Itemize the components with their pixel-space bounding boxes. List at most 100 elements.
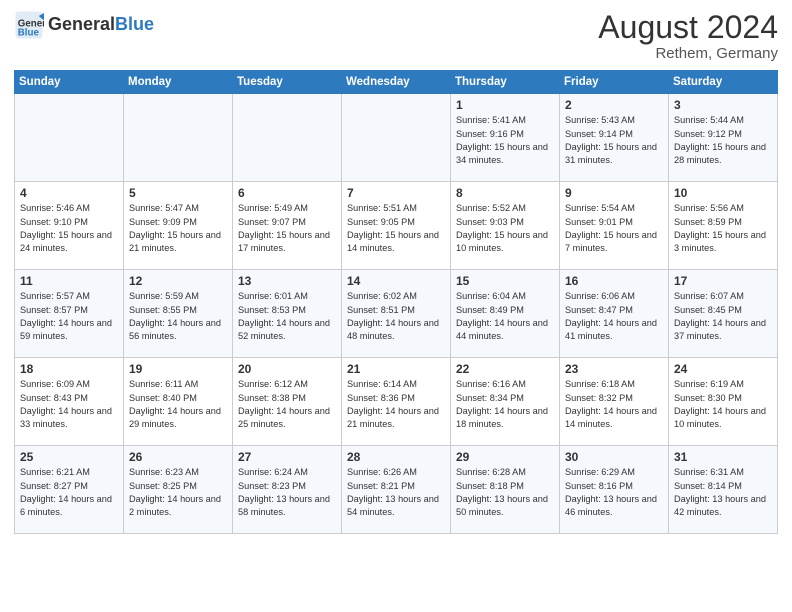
cell-info: Sunrise: 6:31 AMSunset: 8:14 PMDaylight:… xyxy=(674,466,772,519)
cell-info: Sunrise: 6:06 AMSunset: 8:47 PMDaylight:… xyxy=(565,290,663,343)
col-friday: Friday xyxy=(560,71,669,94)
day-number: 18 xyxy=(20,362,118,376)
cell-info: Sunrise: 5:44 AMSunset: 9:12 PMDaylight:… xyxy=(674,114,772,167)
cell-info: Sunrise: 6:24 AMSunset: 8:23 PMDaylight:… xyxy=(238,466,336,519)
main-container: General Blue GeneralBlue August 2024 Ret… xyxy=(0,0,792,542)
cell-info: Sunrise: 6:01 AMSunset: 8:53 PMDaylight:… xyxy=(238,290,336,343)
location: Rethem, Germany xyxy=(598,45,778,62)
calendar-cell: 29Sunrise: 6:28 AMSunset: 8:18 PMDayligh… xyxy=(451,446,560,534)
col-wednesday: Wednesday xyxy=(342,71,451,94)
calendar-cell: 15 Sunrise: 6:04 AMSunset: 8:49 PMDayligh… xyxy=(451,270,560,358)
calendar-cell: 24 Sunrise: 6:19 AMSunset: 8:30 PMDayligh… xyxy=(669,358,778,446)
day-number: 29 xyxy=(456,450,554,464)
cell-info: Sunrise: 5:59 AMSunset: 8:55 PMDaylight:… xyxy=(129,290,227,343)
logo-blue: Blue xyxy=(115,14,154,34)
day-number: 28 xyxy=(347,450,445,464)
title-block: August 2024 Rethem, Germany xyxy=(598,10,778,62)
cell-info: Sunrise: 6:19 AMSunset: 8:30 PMDaylight:… xyxy=(674,378,772,431)
calendar-cell: 21Sunrise: 6:14 AMSunset: 8:36 PMDayligh… xyxy=(342,358,451,446)
cell-info: Sunrise: 6:21 AMSunset: 8:27 PMDaylight:… xyxy=(20,466,118,519)
day-number: 9 xyxy=(565,186,663,200)
logo: General Blue GeneralBlue xyxy=(14,10,154,40)
logo-icon: General Blue xyxy=(14,10,44,40)
cell-info: Sunrise: 5:41 AMSunset: 9:16 PMDaylight:… xyxy=(456,114,554,167)
calendar-cell: 6 Sunrise: 5:49 AMSunset: 9:07 PMDaylight… xyxy=(233,182,342,270)
calendar-cell: 1 Sunrise: 5:41 AMSunset: 9:16 PMDaylight… xyxy=(451,94,560,182)
calendar-cell: 31 Sunrise: 6:31 AMSunset: 8:14 PMDayligh… xyxy=(669,446,778,534)
calendar-cell: 3 Sunrise: 5:44 AMSunset: 9:12 PMDaylight… xyxy=(669,94,778,182)
calendar-cell: 10 Sunrise: 5:56 AMSunset: 8:59 PMDayligh… xyxy=(669,182,778,270)
calendar-cell: 11 Sunrise: 5:57 AMSunset: 8:57 PMDayligh… xyxy=(15,270,124,358)
header-row: Sunday Monday Tuesday Wednesday Thursday… xyxy=(15,71,778,94)
calendar-cell: 7 Sunrise: 5:51 AMSunset: 9:05 PMDaylight… xyxy=(342,182,451,270)
calendar-cell: 12 Sunrise: 5:59 AMSunset: 8:55 PMDayligh… xyxy=(124,270,233,358)
calendar-week-2: 4Sunrise: 5:46 AMSunset: 9:10 PMDaylight… xyxy=(15,182,778,270)
calendar-cell: 19Sunrise: 6:11 AMSunset: 8:40 PMDayligh… xyxy=(124,358,233,446)
day-number: 24 xyxy=(674,362,772,376)
day-number: 6 xyxy=(238,186,336,200)
day-number: 14 xyxy=(347,274,445,288)
day-number: 26 xyxy=(129,450,227,464)
day-number: 13 xyxy=(238,274,336,288)
calendar-week-4: 18 Sunrise: 6:09 AMSunset: 8:43 PMDayligh… xyxy=(15,358,778,446)
calendar-cell: 14 Sunrise: 6:02 AMSunset: 8:51 PMDayligh… xyxy=(342,270,451,358)
day-number: 30 xyxy=(565,450,663,464)
cell-info: Sunrise: 5:52 AMSunset: 9:03 PMDaylight:… xyxy=(456,202,554,255)
day-number: 23 xyxy=(565,362,663,376)
calendar-cell xyxy=(124,94,233,182)
calendar-cell: 28 Sunrise: 6:26 AMSunset: 8:21 PMDayligh… xyxy=(342,446,451,534)
calendar-cell: 16 Sunrise: 6:06 AMSunset: 8:47 PMDayligh… xyxy=(560,270,669,358)
day-number: 27 xyxy=(238,450,336,464)
cell-info: Sunrise: 6:16 AMSunset: 8:34 PMDaylight:… xyxy=(456,378,554,431)
cell-info: Sunrise: 6:26 AMSunset: 8:21 PMDaylight:… xyxy=(347,466,445,519)
col-thursday: Thursday xyxy=(451,71,560,94)
svg-text:Blue: Blue xyxy=(18,28,40,39)
month-year: August 2024 xyxy=(598,10,778,45)
calendar-cell xyxy=(342,94,451,182)
calendar-cell: 17Sunrise: 6:07 AMSunset: 8:45 PMDayligh… xyxy=(669,270,778,358)
cell-info: Sunrise: 6:02 AMSunset: 8:51 PMDaylight:… xyxy=(347,290,445,343)
cell-info: Sunrise: 6:18 AMSunset: 8:32 PMDaylight:… xyxy=(565,378,663,431)
calendar-cell: 22Sunrise: 6:16 AMSunset: 8:34 PMDayligh… xyxy=(451,358,560,446)
day-number: 12 xyxy=(129,274,227,288)
cell-info: Sunrise: 5:43 AMSunset: 9:14 PMDaylight:… xyxy=(565,114,663,167)
col-saturday: Saturday xyxy=(669,71,778,94)
calendar-week-5: 25Sunrise: 6:21 AMSunset: 8:27 PMDayligh… xyxy=(15,446,778,534)
calendar-cell: 25Sunrise: 6:21 AMSunset: 8:27 PMDayligh… xyxy=(15,446,124,534)
cell-info: Sunrise: 5:56 AMSunset: 8:59 PMDaylight:… xyxy=(674,202,772,255)
logo-general: General xyxy=(48,14,115,34)
cell-info: Sunrise: 6:04 AMSunset: 8:49 PMDaylight:… xyxy=(456,290,554,343)
calendar-cell: 9 Sunrise: 5:54 AMSunset: 9:01 PMDaylight… xyxy=(560,182,669,270)
cell-info: Sunrise: 5:57 AMSunset: 8:57 PMDaylight:… xyxy=(20,290,118,343)
calendar-cell: 4Sunrise: 5:46 AMSunset: 9:10 PMDaylight… xyxy=(15,182,124,270)
calendar-cell: 5Sunrise: 5:47 AMSunset: 9:09 PMDaylight… xyxy=(124,182,233,270)
day-number: 19 xyxy=(129,362,227,376)
day-number: 10 xyxy=(674,186,772,200)
day-number: 3 xyxy=(674,98,772,112)
day-number: 20 xyxy=(238,362,336,376)
calendar-cell: 13 Sunrise: 6:01 AMSunset: 8:53 PMDayligh… xyxy=(233,270,342,358)
cell-info: Sunrise: 5:54 AMSunset: 9:01 PMDaylight:… xyxy=(565,202,663,255)
cell-info: Sunrise: 6:07 AMSunset: 8:45 PMDaylight:… xyxy=(674,290,772,343)
day-number: 15 xyxy=(456,274,554,288)
day-number: 2 xyxy=(565,98,663,112)
day-number: 7 xyxy=(347,186,445,200)
calendar-cell: 8Sunrise: 5:52 AMSunset: 9:03 PMDaylight… xyxy=(451,182,560,270)
cell-info: Sunrise: 6:09 AMSunset: 8:43 PMDaylight:… xyxy=(20,378,118,431)
calendar-cell xyxy=(15,94,124,182)
calendar-cell: 23 Sunrise: 6:18 AMSunset: 8:32 PMDayligh… xyxy=(560,358,669,446)
calendar-cell: 20 Sunrise: 6:12 AMSunset: 8:38 PMDayligh… xyxy=(233,358,342,446)
day-number: 1 xyxy=(456,98,554,112)
day-number: 31 xyxy=(674,450,772,464)
header: General Blue GeneralBlue August 2024 Ret… xyxy=(14,10,778,62)
col-tuesday: Tuesday xyxy=(233,71,342,94)
day-number: 11 xyxy=(20,274,118,288)
day-number: 21 xyxy=(347,362,445,376)
cell-info: Sunrise: 5:49 AMSunset: 9:07 PMDaylight:… xyxy=(238,202,336,255)
col-sunday: Sunday xyxy=(15,71,124,94)
cell-info: Sunrise: 6:12 AMSunset: 8:38 PMDaylight:… xyxy=(238,378,336,431)
day-number: 16 xyxy=(565,274,663,288)
cell-info: Sunrise: 6:29 AMSunset: 8:16 PMDaylight:… xyxy=(565,466,663,519)
cell-info: Sunrise: 5:51 AMSunset: 9:05 PMDaylight:… xyxy=(347,202,445,255)
calendar-cell: 30 Sunrise: 6:29 AMSunset: 8:16 PMDayligh… xyxy=(560,446,669,534)
